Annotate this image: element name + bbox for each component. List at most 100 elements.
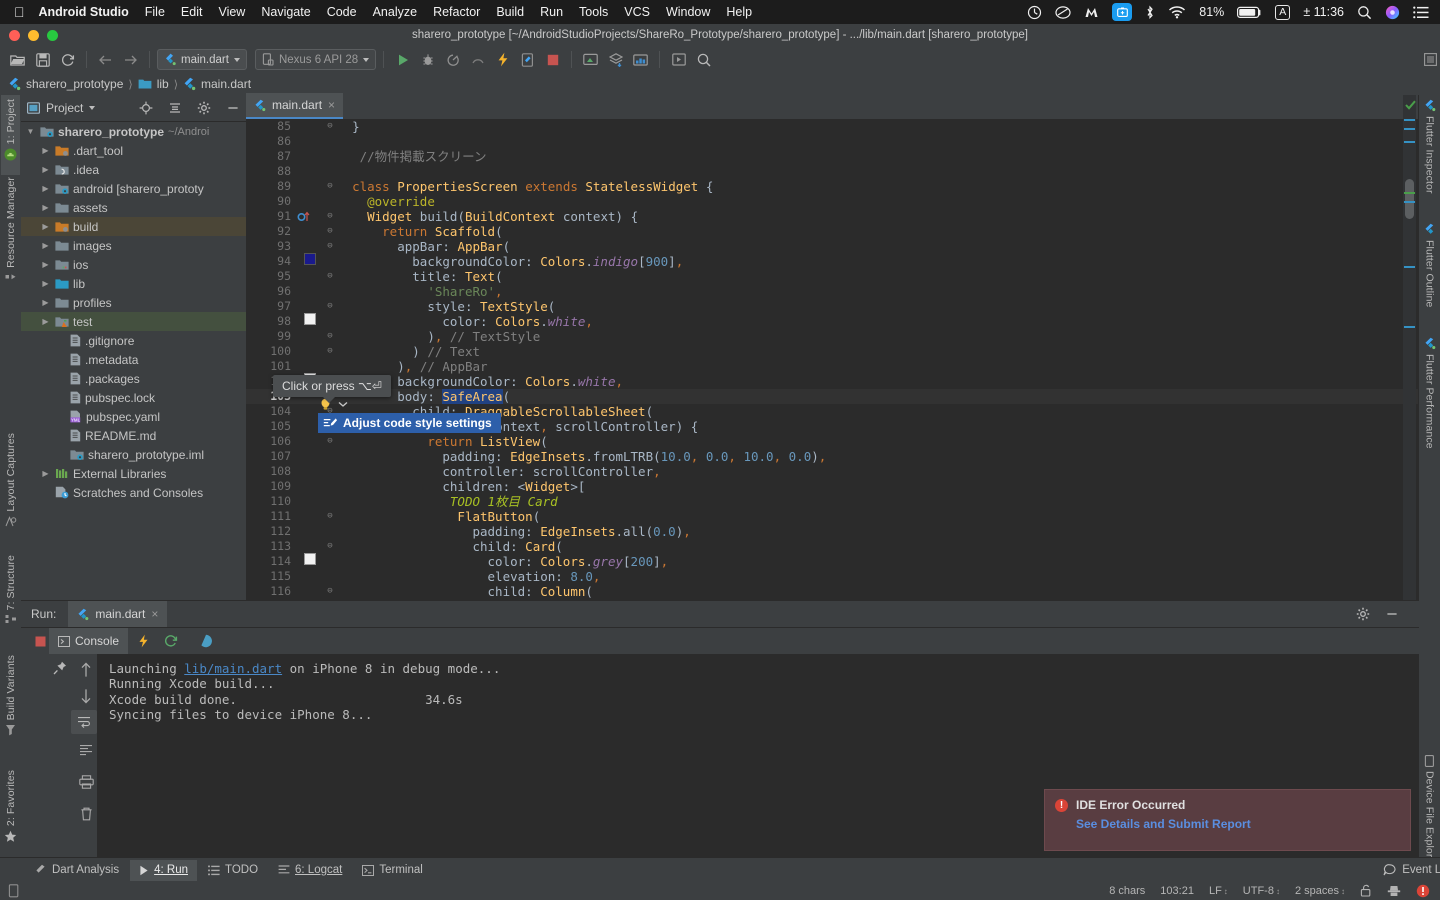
code-fold-marker[interactable]: ⊖ [323, 239, 337, 254]
code-line[interactable]: 94 backgroundColor: Colors.indigo[900], [246, 253, 1419, 270]
sidebar-item-flutter-performance[interactable]: Flutter Performance [1420, 337, 1439, 477]
code-line[interactable]: 85 ⊖ } [246, 119, 1419, 134]
close-icon-run-tab[interactable]: × [151, 607, 158, 621]
status-caret-position[interactable]: 103:21 [1160, 885, 1194, 897]
code-line[interactable]: 108 controller: scrollController, [246, 464, 1419, 479]
gutter-marker[interactable] [297, 553, 323, 570]
print-icon[interactable] [73, 770, 99, 794]
status-encoding[interactable]: UTF-8 ↕ [1243, 885, 1280, 897]
chevron-right-icon[interactable]: ▶ [40, 260, 51, 269]
project-tree-item[interactable]: sharero_prototype.iml [21, 445, 246, 464]
project-tree-item[interactable]: YML pubspec.yaml [21, 407, 246, 426]
code-fold-marker[interactable]: ⊖ [323, 179, 337, 194]
malwarebytes-icon[interactable] [1084, 5, 1099, 20]
menu-run[interactable]: Run [540, 5, 563, 19]
breadcrumb-item-file[interactable]: main.dart [201, 77, 251, 91]
project-tree-item[interactable]: .metadata [21, 350, 246, 369]
project-tree-item[interactable]: .gitignore [21, 331, 246, 350]
code-line[interactable]: 107 padding: EdgeInsets.fromLTRB(10.0, 0… [246, 449, 1419, 464]
hide-icon[interactable] [221, 97, 244, 119]
debug-icon[interactable] [416, 49, 439, 71]
sidebar-item-flutter-inspector[interactable]: Flutter Inspector [1420, 99, 1439, 217]
project-tree-item[interactable]: ▶ lib [21, 274, 246, 293]
wifi-icon[interactable] [1168, 5, 1186, 19]
search-icon[interactable] [1357, 5, 1372, 20]
gutter-marker[interactable] [297, 253, 323, 270]
run-coverage-icon[interactable] [441, 49, 464, 71]
code-fold-marker[interactable]: ⊖ [323, 299, 337, 314]
chevron-right-icon[interactable]: ▶ [40, 317, 51, 326]
project-tree-item[interactable]: ▶ android [sharero_prototy [21, 179, 246, 198]
memory-indicator-icon[interactable] [0, 883, 21, 898]
menu-app-name[interactable]: Android Studio [39, 5, 129, 19]
bottom-item-terminal[interactable]: Terminal [353, 860, 431, 881]
forward-arrow-icon[interactable] [119, 49, 142, 71]
code-line[interactable]: 93 ⊖ appBar: AppBar( [246, 239, 1419, 254]
chevron-down-icon[interactable]: ▼ [25, 127, 36, 136]
menu-tools[interactable]: Tools [579, 5, 608, 19]
editor-tab-main-dart[interactable]: main.dart × [246, 93, 344, 119]
chevron-right-icon[interactable]: ▶ [40, 184, 51, 193]
screenshot-tool-icon[interactable] [1112, 3, 1133, 21]
project-tree-item[interactable]: pubspec.lock [21, 388, 246, 407]
project-tree-item[interactable]: ▶ test [21, 312, 246, 331]
sdk-manager-icon[interactable] [604, 49, 627, 71]
gutter-marker[interactable] [297, 210, 323, 223]
chevron-right-icon[interactable]: ▶ [40, 241, 51, 250]
code-line[interactable]: 86 [246, 134, 1419, 149]
inspection-status-ok-icon[interactable] [1405, 100, 1416, 110]
trash-icon[interactable] [73, 802, 99, 826]
scroll-to-end-icon[interactable] [73, 738, 99, 762]
submit-report-link[interactable]: See Details and Submit Report [1045, 812, 1410, 831]
project-tree-item[interactable]: ▶ assets [21, 198, 246, 217]
code-line[interactable]: 116 ⊖ child: Column( [246, 584, 1419, 599]
menu-view[interactable]: View [218, 5, 245, 19]
chevron-down-icon-bulb[interactable] [338, 400, 348, 408]
code-line[interactable]: 98 color: Colors.white, [246, 313, 1419, 329]
project-tree[interactable]: ▼ sharero_prototype ~/Androi ▶ .dart_tool ▶ .i… [21, 122, 246, 600]
save-all-icon[interactable] [31, 49, 54, 71]
code-line[interactable]: 92 ⊖ return Scaffold( [246, 224, 1419, 239]
sidebar-item-flutter-outline[interactable]: Flutter Outline [1420, 223, 1439, 331]
code-fold-marker[interactable]: ⊖ [323, 434, 337, 449]
code-line[interactable]: 100 ⊖ ) // Text [246, 344, 1419, 359]
code-line[interactable]: 87 //物件掲載スクリーン [246, 149, 1419, 164]
chevron-right-icon[interactable]: ▶ [40, 298, 51, 307]
menu-vcs[interactable]: VCS [624, 5, 650, 19]
console-tab[interactable]: Console [49, 628, 129, 654]
sidebar-item-layout-captures[interactable]: Layout Captures [1, 433, 20, 548]
battery-icon[interactable] [1237, 6, 1262, 19]
hide-icon-run[interactable] [1380, 603, 1403, 625]
run-tab-main-dart[interactable]: main.dart × [68, 601, 168, 627]
bottom-item-dart-analysis[interactable]: Dart Analysis [26, 860, 128, 881]
open-observatory-icon[interactable] [194, 630, 217, 652]
collapse-all-icon[interactable] [163, 97, 186, 119]
breadcrumb-item-lib[interactable]: lib [157, 77, 169, 91]
code-fold-marker[interactable]: ⊖ [323, 539, 337, 554]
timer-icon[interactable] [1027, 5, 1042, 20]
editor-marker-scrollbar[interactable] [1403, 95, 1416, 600]
chevron-right-icon[interactable]: ▶ [40, 165, 51, 174]
project-tree-item[interactable]: ▶ ios [21, 255, 246, 274]
project-tree-item[interactable]: ▶ .dart_tool [21, 141, 246, 160]
code-line[interactable]: 91 ⊖ Widget build(BuildContext context) { [246, 209, 1419, 224]
menu-code[interactable]: Code [327, 5, 357, 19]
sidebar-item-project[interactable]: 1: Project [1, 95, 20, 175]
code-fold-marker[interactable]: ⊖ [323, 119, 337, 134]
project-tree-item[interactable]: ▶ images [21, 236, 246, 255]
inspector-hat-icon[interactable] [1387, 884, 1401, 897]
avd-manager-icon[interactable] [579, 49, 602, 71]
project-tree-item[interactable]: README.md [21, 426, 246, 445]
locate-icon[interactable] [134, 97, 157, 119]
error-badge-icon[interactable] [1416, 884, 1430, 898]
siri-icon[interactable] [1385, 5, 1400, 20]
code-line[interactable]: 114 color: Colors.grey[200], [246, 553, 1419, 570]
stop-icon[interactable] [541, 49, 564, 71]
code-line[interactable]: 95 ⊖ title: Text( [246, 269, 1419, 284]
chevron-right-icon[interactable]: ▶ [40, 222, 51, 231]
run-configuration-selector[interactable]: main.dart [157, 49, 247, 70]
menu-help[interactable]: Help [726, 5, 752, 19]
code-line[interactable]: 88 [246, 164, 1419, 179]
search-everywhere-icon[interactable] [692, 49, 715, 71]
status-indent[interactable]: 2 spaces ↕ [1295, 885, 1345, 897]
